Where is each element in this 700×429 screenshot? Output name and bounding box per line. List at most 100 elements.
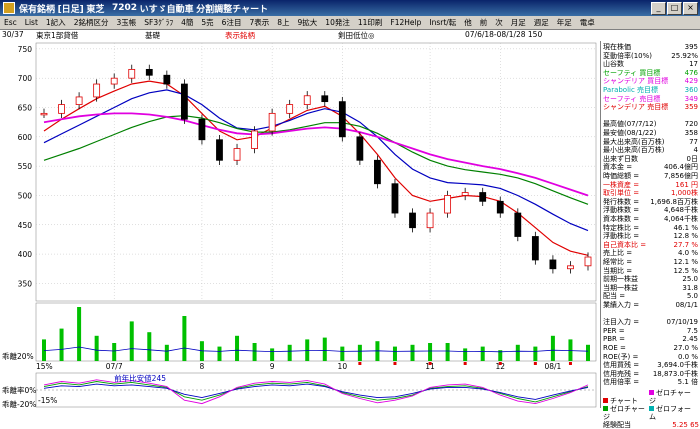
info-row: 最高値(07/7/12) 720 bbox=[603, 120, 698, 128]
close-icon[interactable]: × bbox=[683, 2, 698, 15]
info-key: セーフティ 買目標 bbox=[603, 68, 661, 77]
volume-bar bbox=[77, 307, 82, 361]
menu-item-9[interactable]: 7表示 bbox=[245, 17, 273, 28]
menu-item-2[interactable]: 1記入 bbox=[42, 17, 70, 28]
volume-bar bbox=[235, 335, 240, 361]
menu-item-21[interactable]: 年足 bbox=[553, 17, 576, 28]
volume-bar bbox=[182, 316, 187, 361]
info-row: 発行株数 = 1,696.8百万株 bbox=[603, 198, 698, 206]
info-key: 浮動株数 = bbox=[603, 206, 640, 215]
menu-item-6[interactable]: 4簡 bbox=[177, 17, 197, 28]
menu-item-4[interactable]: 3玉帳 bbox=[112, 17, 140, 28]
info-key: 前期一株益 bbox=[603, 275, 638, 284]
menu-bar: Esc List 1記入 2銘柄区分 3玉帳 SF3ｸﾞﾗﾌ 4簡 5売 6注目 7表示 8上 9拡大… bbox=[0, 16, 700, 30]
menu-item-15[interactable]: Insrt/転 bbox=[425, 17, 460, 28]
x-tick-label: 08/1 bbox=[544, 362, 561, 371]
deviation-center-label: 前年比安値245 bbox=[114, 373, 166, 383]
info-row: 前期一株益 25.0 bbox=[603, 275, 698, 283]
candle-body bbox=[93, 83, 101, 98]
info-key: 注目入力 = bbox=[603, 318, 640, 327]
info-row: シャンデリア 売目標 359 bbox=[603, 103, 698, 111]
candle-body bbox=[338, 101, 346, 138]
info-value: 161 円 bbox=[675, 180, 698, 189]
menu-item-11[interactable]: 9拡大 bbox=[294, 17, 322, 28]
info-row: 業績入力 = 08/1/1 bbox=[603, 301, 698, 309]
info-row: 信用倍率 = 5.1 倍 bbox=[603, 378, 698, 386]
menu-item-16[interactable]: 他 bbox=[460, 17, 476, 28]
menu-item-8[interactable]: 6注目 bbox=[218, 17, 246, 28]
signal-marker bbox=[358, 362, 362, 365]
chart-area[interactable]: 350 400 450 500 550 600 650 700 750 乖離20% 15% 07/7 8… bbox=[0, 41, 600, 409]
y-tick-label: 600 bbox=[18, 133, 33, 142]
menu-item-13[interactable]: 11印刷 bbox=[354, 17, 387, 28]
volume-plot-frame bbox=[35, 302, 597, 362]
candle-body bbox=[409, 212, 416, 229]
info-value: 07/10/19 bbox=[666, 318, 698, 327]
candle-body bbox=[426, 212, 434, 229]
volume-bar bbox=[463, 348, 468, 361]
info-value: 3,694.0千株 bbox=[657, 361, 698, 370]
volume-bar bbox=[322, 337, 327, 361]
info-row: 特定株比 = 46.1 % bbox=[603, 224, 698, 232]
menu-item-18[interactable]: 次 bbox=[491, 17, 507, 28]
menu-item-5[interactable]: SF3ｸﾞﾗﾌ bbox=[140, 17, 177, 28]
candle-body bbox=[374, 159, 381, 185]
info-row: 出来ず日数 0日 bbox=[603, 155, 698, 163]
info-row: PER = 7.5 bbox=[603, 327, 698, 335]
info-key: 最高値(07/7/12) bbox=[603, 120, 657, 129]
info-key: 自己資本比 = bbox=[603, 240, 647, 249]
info-value: 17 bbox=[689, 60, 698, 69]
info-key: 信用売残 = bbox=[603, 369, 640, 378]
menu-item-3[interactable]: 2銘柄区分 bbox=[70, 17, 113, 28]
info-value: 4,064千株 bbox=[663, 215, 698, 223]
menu-item-22[interactable]: 電卓 bbox=[576, 17, 599, 28]
menu-item-19[interactable]: 月足 bbox=[507, 17, 530, 28]
volume-bar bbox=[340, 346, 345, 361]
info-key: 信用倍率 = bbox=[603, 378, 640, 387]
title-mode: 分割調整チャート bbox=[196, 4, 269, 15]
info-bar: 30/37 東京1部貸借 基礎 表示銘柄 剣田低位◎ 07/6/18-08/1/… bbox=[0, 30, 700, 41]
legend-item: ゼロチャージ bbox=[649, 389, 695, 405]
info-value: 5.0 bbox=[686, 292, 698, 301]
maximize-icon[interactable]: □ bbox=[667, 2, 682, 15]
legend-bottom-value: 5.25 65 bbox=[672, 421, 699, 429]
info-row: PBR = 2.45 bbox=[603, 335, 698, 343]
legend-item: チャート bbox=[603, 397, 649, 405]
menu-item-17[interactable]: 前 bbox=[476, 17, 492, 28]
info-key: 資本金 = bbox=[603, 163, 633, 172]
volume-bar bbox=[410, 344, 415, 361]
menu-item-12[interactable]: 10発注 bbox=[321, 17, 354, 28]
title-period: [日足] bbox=[57, 4, 84, 15]
info-value: 476 bbox=[684, 68, 698, 77]
info-row: 浮動株数 = 4,648千株 bbox=[603, 206, 698, 214]
info-value: 12.1 % bbox=[673, 258, 698, 266]
minimize-icon[interactable]: _ bbox=[651, 2, 666, 15]
volume-bar bbox=[357, 344, 362, 361]
legend-swatch bbox=[649, 406, 654, 411]
x-tick-label: 10 bbox=[338, 362, 348, 371]
title-market: 東芝 bbox=[86, 4, 105, 15]
info-row: 時価総額 = 7,856億円 bbox=[603, 172, 698, 180]
menu-item-1[interactable]: List bbox=[21, 18, 42, 27]
info-value: 5.1 倍 bbox=[677, 378, 698, 387]
menu-item-14[interactable]: F12Help bbox=[386, 18, 425, 27]
info-row: 最大出来高(百万株) 77 bbox=[603, 138, 698, 146]
info-key: 変動倍率(10%) bbox=[603, 51, 653, 60]
info-value: 358 bbox=[684, 129, 698, 137]
window-controls: _ □ × bbox=[651, 2, 698, 15]
menu-item-10[interactable]: 8上 bbox=[273, 17, 293, 28]
menu-item-0[interactable]: Esc bbox=[0, 18, 21, 27]
menu-item-7[interactable]: 5売 bbox=[197, 17, 217, 28]
signal-marker bbox=[393, 362, 397, 365]
x-tick-label: 07/7 bbox=[106, 362, 123, 371]
info-row: 最小出来高(百万株) 4 bbox=[603, 146, 698, 154]
stock-info-panel: 現在株価 395 変動倍率(10%) 25.92% 山谷数 17 セーフティ 買目標 476 シ… bbox=[600, 41, 700, 429]
candle-body bbox=[40, 112, 48, 116]
info-value: 349 bbox=[684, 94, 698, 103]
candle-body bbox=[180, 83, 188, 120]
info-key: シャンデリア 売目標 bbox=[603, 103, 669, 112]
candle-body bbox=[584, 256, 592, 267]
info-row bbox=[603, 112, 698, 120]
menu-item-20[interactable]: 週足 bbox=[530, 17, 553, 28]
info-key: 信用買残 = bbox=[603, 361, 640, 370]
